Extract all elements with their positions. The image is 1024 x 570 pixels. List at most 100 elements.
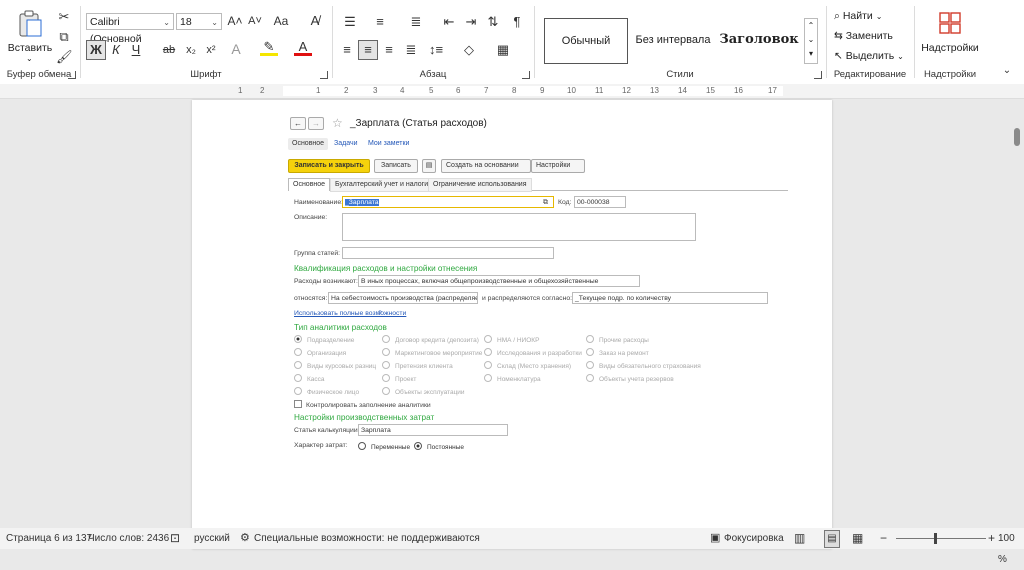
- zoom-slider[interactable]: [896, 538, 986, 539]
- find-button[interactable]: ⌕ Найти ⌄: [834, 10, 882, 23]
- font-color-icon[interactable]: A: [294, 38, 312, 56]
- multilevel-list-icon[interactable]: ≣: [404, 13, 428, 31]
- section-production-title: Настройки производственных затрат: [294, 413, 435, 422]
- align-right-icon[interactable]: ≡: [380, 41, 398, 59]
- change-case-button[interactable]: Aa: [270, 12, 292, 30]
- style-no-spacing[interactable]: Без интервала: [632, 18, 714, 62]
- ruler-tick: 1: [238, 86, 243, 95]
- dialog-launcher-icon[interactable]: [814, 71, 822, 79]
- chevron-down-icon[interactable]: ⌄: [26, 54, 33, 63]
- ruler-tick: 1: [316, 86, 321, 95]
- justify-icon[interactable]: ≣: [402, 41, 420, 59]
- styles-scroll[interactable]: ⌃ ⌄ ▾: [804, 18, 818, 64]
- dialog-launcher-icon[interactable]: [320, 71, 328, 79]
- addins-group-label: Надстройки: [923, 69, 977, 80]
- shrink-font-button[interactable]: A˅: [246, 12, 264, 30]
- find-label: Найти: [842, 10, 873, 22]
- bullets-icon[interactable]: ☰: [338, 13, 362, 31]
- focus-icon[interactable]: ▣: [710, 528, 720, 549]
- font-family-combo[interactable]: Calibri (Основной ⌄: [86, 13, 174, 45]
- style-heading[interactable]: Заголовок: [716, 18, 802, 62]
- addins-group: Надстройки Надстройки: [916, 4, 984, 82]
- cursor-icon: ↖: [834, 50, 846, 62]
- ruler-tick: 2: [344, 86, 349, 95]
- pilcrow-icon[interactable]: ¶: [508, 13, 526, 31]
- shading-icon[interactable]: ◇: [460, 41, 478, 59]
- analytics-radio: НМА / НИОКР: [484, 335, 539, 344]
- clipboard-group-label: Буфер обмена: [6, 69, 72, 80]
- borders-icon[interactable]: ▦: [494, 41, 512, 59]
- read-mode-icon[interactable]: ▥: [794, 528, 805, 549]
- decrease-indent-icon[interactable]: ⇤: [440, 13, 458, 31]
- page-count[interactable]: Страница 6 из 137: [6, 528, 92, 549]
- distribution-field: _Текущее подр. по количеству: [572, 292, 768, 304]
- word-count[interactable]: Число слов: 2436: [88, 528, 169, 549]
- style-normal[interactable]: Обычный: [544, 18, 628, 64]
- form-tab-accounting: Бухгалтерский учет и налоги: [330, 178, 434, 192]
- clear-formatting-icon[interactable]: A̸: [306, 12, 324, 30]
- print-layout-icon[interactable]: ▤: [824, 530, 840, 548]
- analytics-radio-label: Прочие расходы: [599, 337, 649, 344]
- dialog-launcher-icon[interactable]: [68, 71, 76, 79]
- code-label: Код:: [558, 199, 572, 206]
- accessibility-status[interactable]: Специальные возможности: не поддерживают…: [254, 528, 480, 549]
- form-title: _Зарплата (Статья расходов): [350, 118, 487, 129]
- italic-button[interactable]: К: [108, 41, 124, 59]
- paste-button[interactable]: Вставить ⌄: [6, 6, 52, 64]
- code-field: 00-000038: [574, 196, 626, 208]
- analytics-radio-label: Номенклатура: [497, 376, 541, 383]
- zoom-level[interactable]: 100 %: [998, 528, 1024, 570]
- analytics-radio: Номенклатура: [484, 374, 541, 383]
- search-icon: ⌕: [834, 10, 843, 22]
- vertical-scrollbar[interactable]: [1014, 128, 1020, 146]
- highlight-icon[interactable]: ✎: [260, 38, 278, 56]
- proofing-icon[interactable]: ⊡: [170, 528, 180, 549]
- styles-group: Обычный Без интервала Заголовок ⌃ ⌄ ▾ Стил…: [536, 4, 824, 82]
- numbering-icon[interactable]: ≡: [368, 13, 392, 31]
- dialog-launcher-icon[interactable]: [522, 71, 530, 79]
- align-left-icon[interactable]: ≡: [338, 41, 356, 59]
- line-spacing-icon[interactable]: ↕≡: [426, 41, 446, 59]
- align-center-icon[interactable]: ≡: [358, 40, 378, 60]
- font-size-combo[interactable]: 18 ⌄: [176, 13, 222, 30]
- calc-label: Статья калькуляции:: [294, 427, 360, 434]
- increase-indent-icon[interactable]: ⇥: [462, 13, 480, 31]
- strikethrough-button[interactable]: ab: [160, 41, 178, 59]
- ruler-tick: 14: [678, 86, 687, 95]
- sort-icon[interactable]: ⇅: [484, 13, 502, 31]
- collapse-ribbon-icon[interactable]: ⌄: [1000, 62, 1014, 80]
- replace-icon: ⇆: [834, 30, 846, 42]
- replace-button[interactable]: ⇆ Заменить: [834, 30, 893, 42]
- grow-font-button[interactable]: A˄: [226, 12, 244, 30]
- group-label: Группа статей:: [294, 250, 340, 257]
- superscript-button[interactable]: x²: [202, 41, 220, 59]
- zoom-in-button[interactable]: +: [988, 528, 995, 549]
- analytics-radio-label: Объекты учета резервов: [599, 376, 674, 383]
- analytics-radio: Касса: [294, 374, 325, 383]
- analytics-radio: Виды обязательного страхования: [586, 361, 701, 370]
- focus-mode[interactable]: Фокусировка: [724, 528, 784, 549]
- clipboard-icon: [19, 10, 42, 37]
- select-button[interactable]: ↖ Выделить ⌄: [834, 50, 904, 62]
- font-size-value: 18: [180, 16, 192, 28]
- subscript-button[interactable]: x₂: [182, 41, 200, 59]
- nature-fixed-label: Постоянные: [427, 444, 465, 451]
- text-effects-icon[interactable]: A: [228, 40, 244, 58]
- addins-button[interactable]: Надстройки: [916, 8, 984, 60]
- cut-icon[interactable]: ✂: [56, 8, 72, 26]
- font-color-bar: [294, 53, 312, 56]
- language[interactable]: русский: [194, 528, 230, 549]
- bold-button[interactable]: Ж: [86, 40, 106, 60]
- accessibility-icon[interactable]: ⚙: [240, 528, 250, 549]
- web-layout-icon[interactable]: ▦: [852, 528, 863, 549]
- horizontal-ruler[interactable]: 1 2 1 2 3 4 5 6 7 8 9 10 11 12 13 14 15 16 17: [0, 84, 1024, 99]
- copy-icon[interactable]: ⧉: [56, 28, 72, 46]
- chevron-down-icon: ⌄: [163, 18, 170, 27]
- analytics-radio: Организация: [294, 348, 346, 357]
- underline-button[interactable]: Ч: [128, 41, 144, 59]
- format-painter-icon[interactable]: 🖌: [56, 48, 73, 66]
- analytics-radio: Маркетинговое мероприятие: [382, 348, 482, 357]
- zoom-out-button[interactable]: −: [880, 528, 887, 549]
- back-arrow-icon: ←: [290, 117, 306, 130]
- zoom-slider-thumb[interactable]: [934, 533, 937, 544]
